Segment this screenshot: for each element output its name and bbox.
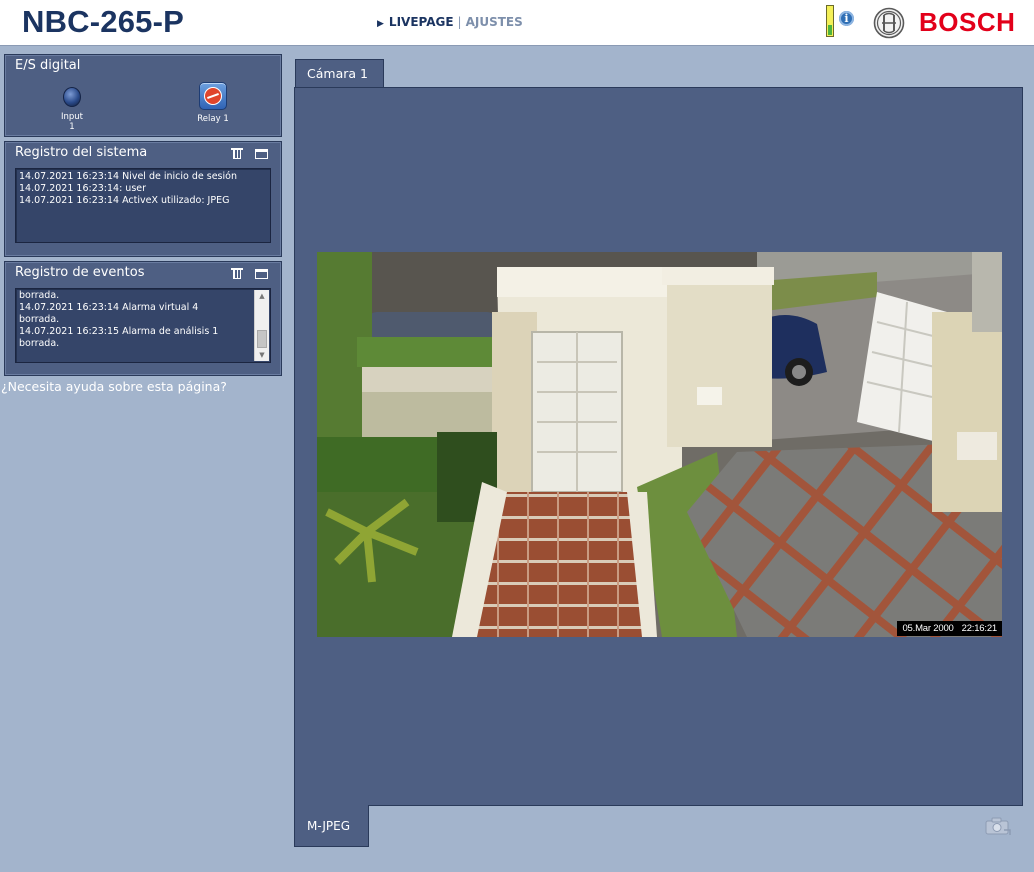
info-icon[interactable]: i [839, 11, 854, 26]
bosch-armature-icon [873, 7, 905, 39]
scroll-down-icon[interactable]: ▼ [255, 349, 269, 361]
camera-scene-image [317, 252, 1002, 637]
brand-logo-text: BOSCH [919, 7, 1016, 37]
log-line: 14.07.2021 16:23:14: user [19, 183, 147, 194]
nav-livepage-link[interactable]: LIVEPAGE [389, 15, 454, 29]
trash-icon[interactable] [231, 147, 245, 159]
scrollbar-thumb[interactable] [257, 330, 267, 348]
nav-ajustes-link[interactable]: AJUSTES [466, 15, 523, 29]
top-header: NBC-265-P ▶ LIVEPAGE | AJUSTES i BOSCH [0, 0, 1034, 46]
input-1-indicator: Input 1 [57, 87, 87, 132]
trash-icon[interactable] [231, 267, 245, 279]
osd-time: 22:16:21 [961, 623, 998, 634]
panel-title: Registro del sistema [15, 145, 148, 160]
relay-1-toggle[interactable]: Relay 1 [193, 82, 233, 124]
osd-date: 05.Mar 2000 [902, 623, 954, 634]
log-line: 14.07.2021 16:23:14 Nivel de inicio de s… [19, 171, 237, 182]
device-model-title: NBC-265-P [22, 4, 185, 39]
live-video-feed[interactable]: 05.Mar 2000 22:16:21 [317, 252, 1002, 637]
log-line: borrada. [19, 338, 60, 349]
system-log-box[interactable]: 14.07.2021 16:23:14 Nivel de inicio de s… [15, 168, 271, 243]
tab-camera-1[interactable]: Cámara 1 [295, 59, 384, 88]
event-log-scrollbar[interactable]: ▲ ▼ [254, 290, 269, 361]
panel-title: E/S digital [15, 58, 81, 73]
panel-tools [231, 147, 269, 159]
relay-label: Relay 1 [197, 114, 229, 124]
log-line: 14.07.2021 16:23:14 Alarma virtual 4 [19, 302, 199, 313]
system-log-panel: Registro del sistema 14.07.2021 16:23:14… [4, 141, 282, 257]
digital-io-panel: E/S digital Input 1 Relay 1 [4, 54, 282, 137]
window-icon[interactable] [255, 267, 269, 279]
event-log-panel: Registro de eventos borrada. 14.07.2021 … [4, 261, 282, 376]
help-link[interactable]: ¿Necesita ayuda sobre esta página? [1, 379, 227, 394]
signal-level-icon [826, 5, 834, 37]
panel-title: Registro de eventos [15, 265, 145, 280]
log-line: 14.07.2021 16:23:14 ActiveX utilizado: J… [19, 195, 230, 206]
nav-active-arrow-icon: ▶ [377, 19, 384, 29]
video-timestamp-overlay: 05.Mar 2000 22:16:21 [897, 621, 1002, 636]
log-line: borrada. [19, 314, 60, 325]
input-led-icon [63, 87, 81, 107]
panel-tools [231, 267, 269, 279]
nav-separator: | [457, 15, 462, 29]
window-icon[interactable] [255, 147, 269, 159]
scroll-up-icon[interactable]: ▲ [255, 290, 269, 302]
event-log-box[interactable]: borrada. 14.07.2021 16:23:14 Alarma virt… [15, 288, 271, 363]
main-nav: ▶ LIVEPAGE | AJUSTES [377, 15, 523, 29]
stream-format-tab[interactable]: M-JPEG [294, 805, 369, 847]
relay-icon[interactable] [199, 82, 227, 110]
log-line: 14.07.2021 16:23:15 Alarma de análisis 1 [19, 326, 219, 337]
input-label: Input 1 [60, 112, 83, 132]
log-line: borrada. [19, 290, 60, 301]
snapshot-icon[interactable] [984, 816, 1012, 836]
